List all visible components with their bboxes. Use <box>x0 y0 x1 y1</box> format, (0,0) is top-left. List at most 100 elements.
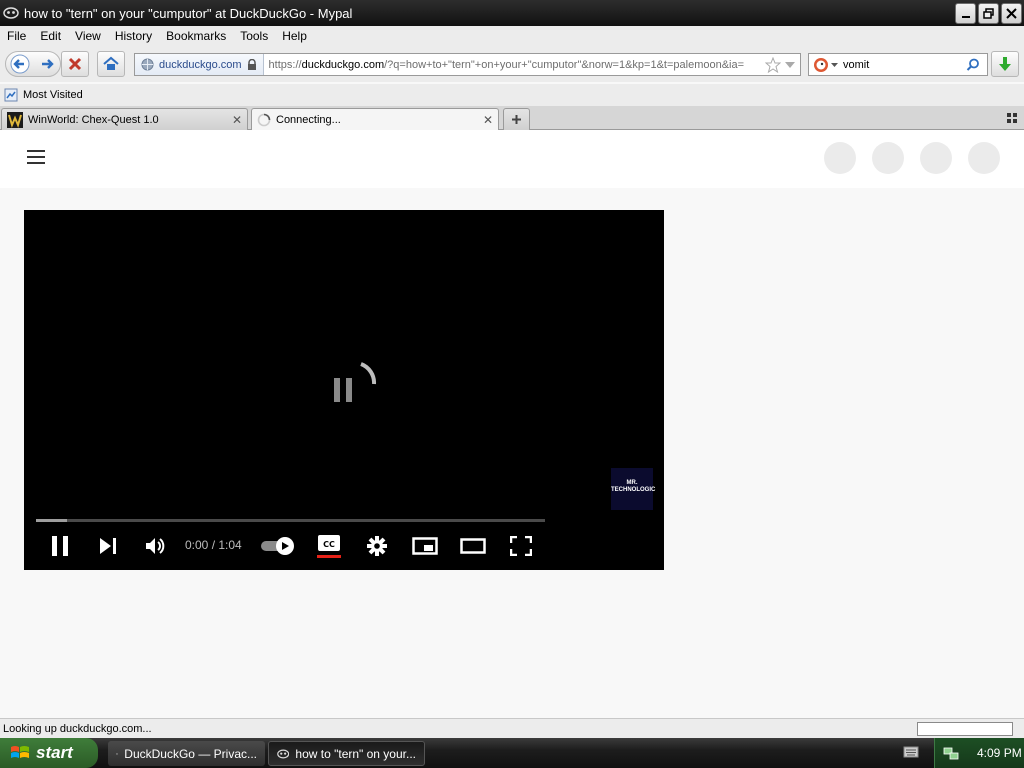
home-button[interactable] <box>97 51 125 77</box>
identity-domain: duckduckgo.com <box>159 58 242 71</box>
video-buffered-fill <box>36 519 67 522</box>
menu-bar: File Edit View History Bookmarks Tools H… <box>0 26 1024 46</box>
close-window-button[interactable] <box>1001 3 1022 24</box>
window-controls <box>955 3 1022 24</box>
autoplay-toggle[interactable] <box>260 532 296 560</box>
autoplay-toggle-icon <box>261 537 294 555</box>
start-button[interactable]: start <box>0 738 98 768</box>
skip-next-icon <box>100 538 116 554</box>
theater-mode-button[interactable] <box>457 532 489 560</box>
back-forward-group <box>5 51 61 77</box>
back-arrow-icon <box>10 54 29 74</box>
bookmark-star-icon[interactable] <box>765 56 781 73</box>
search-engine-selector[interactable] <box>809 57 839 73</box>
site-identity-button[interactable]: duckduckgo.com <box>135 54 264 75</box>
mypal-app-icon <box>3 7 19 19</box>
taskbar-item-current-window[interactable]: how to "tern" on your... <box>268 741 425 766</box>
tab-close-icon[interactable]: ✕ <box>483 113 493 127</box>
mypal-app-icon <box>116 752 119 755</box>
search-input[interactable]: vomit <box>839 59 966 71</box>
taskbar: start DuckDuckGo — Privac... how to "ter… <box>0 738 1024 768</box>
volume-icon <box>146 538 165 554</box>
window-titlebar: how to "tern" on your "cumputor" at Duck… <box>0 0 1024 26</box>
tab-strip: WinWorld: Chex-Quest 1.0 ✕ Connecting...… <box>0 106 1024 131</box>
watermark-line: MR. <box>626 480 638 486</box>
taskbar-item-duckduckgo[interactable]: DuckDuckGo — Privac... <box>108 741 265 766</box>
watermark-line: TECHNOLOGIC <box>611 487 656 493</box>
download-button[interactable] <box>991 51 1019 77</box>
url-bar[interactable]: duckduckgo.com https://duckduckgo.com/?q… <box>134 53 801 76</box>
taskbar-item-title: how to "tern" on your... <box>295 746 416 761</box>
hamburger-menu-icon[interactable] <box>27 150 45 164</box>
fullscreen-icon <box>510 536 532 556</box>
stop-button[interactable] <box>61 51 89 77</box>
search-bar[interactable]: vomit <box>808 53 988 76</box>
theater-mode-icon <box>460 538 486 554</box>
header-placeholder-circle <box>968 142 1000 174</box>
header-placeholder-circle <box>920 142 952 174</box>
tab-list-button[interactable] <box>1007 112 1017 126</box>
window-title: how to "tern" on your "cumputor" at Duck… <box>24 5 353 21</box>
system-tray: 4:09 PM <box>934 738 1024 768</box>
pause-button[interactable] <box>44 532 76 560</box>
grid-icon <box>1007 113 1017 123</box>
home-icon <box>103 56 119 70</box>
status-text: Looking up duckduckgo.com... <box>3 723 152 735</box>
clock[interactable]: 4:09 PM <box>977 746 1022 760</box>
page-content: MR. TECHNOLOGIC 0:00 / 1:04 CC <box>0 130 1024 718</box>
video-progress-bar[interactable] <box>36 519 545 522</box>
loading-spinner-icon <box>257 113 271 127</box>
new-tab-button[interactable] <box>503 108 530 130</box>
back-button[interactable] <box>6 54 33 74</box>
url-path: /?q=how+to+"tern"+on+your+"cumputor"&nor… <box>384 58 745 71</box>
menu-view[interactable]: View <box>68 26 108 46</box>
channel-watermark[interactable]: MR. TECHNOLOGIC <box>611 468 656 510</box>
menu-history[interactable]: History <box>108 26 159 46</box>
forward-button[interactable] <box>33 56 60 72</box>
menu-tools[interactable]: Tools <box>233 26 275 46</box>
menu-file[interactable]: File <box>0 26 33 46</box>
start-label: start <box>36 743 73 762</box>
most-visited-bookmark[interactable]: Most Visited <box>23 89 83 101</box>
tab-title: WinWorld: Chex-Quest 1.0 <box>28 113 159 126</box>
minimize-button[interactable] <box>955 3 976 24</box>
download-arrow-icon <box>999 57 1011 71</box>
globe-icon <box>141 58 154 71</box>
captions-button[interactable]: CC <box>313 532 345 560</box>
minimize-icon <box>961 15 970 18</box>
fullscreen-button[interactable] <box>505 532 537 560</box>
menu-help[interactable]: Help <box>275 26 314 46</box>
next-video-button[interactable] <box>92 532 124 560</box>
url-dropdown-icon[interactable] <box>784 59 796 71</box>
video-time-display: 0:00 / 1:04 <box>185 538 242 552</box>
menu-edit[interactable]: Edit <box>33 26 68 46</box>
header-placeholder-circle <box>872 142 904 174</box>
windows-logo-icon <box>11 746 29 758</box>
mute-button[interactable] <box>139 532 171 560</box>
winworld-favicon <box>7 111 23 128</box>
tab-close-icon[interactable]: ✕ <box>232 113 242 127</box>
most-visited-icon <box>4 88 18 102</box>
tab-winworld[interactable]: WinWorld: Chex-Quest 1.0 ✕ <box>1 108 248 130</box>
network-icon[interactable] <box>943 745 959 761</box>
close-icon <box>1006 8 1017 19</box>
page-header <box>0 130 1024 188</box>
miniplayer-button[interactable] <box>409 532 441 560</box>
status-bar: Looking up duckduckgo.com... <box>0 718 1024 738</box>
keyboard-tray-icon[interactable] <box>903 746 919 761</box>
settings-button[interactable] <box>361 532 393 560</box>
svg-text:CC: CC <box>323 540 335 549</box>
buffering-spinner-icon <box>334 362 377 402</box>
restore-button[interactable] <box>978 3 999 24</box>
video-player[interactable]: MR. TECHNOLOGIC 0:00 / 1:04 CC <box>24 210 664 570</box>
url-text[interactable]: https://duckduckgo.com/?q=how+to+"tern"+… <box>264 59 765 71</box>
url-actions <box>765 56 800 73</box>
tab-connecting[interactable]: Connecting... ✕ <box>251 108 499 131</box>
search-icon[interactable] <box>966 58 980 72</box>
url-scheme: https:// <box>268 58 302 71</box>
restore-icon <box>983 8 994 19</box>
bookmarks-toolbar: Most Visited <box>0 84 1024 106</box>
menu-bookmarks[interactable]: Bookmarks <box>159 26 233 46</box>
plus-icon <box>512 115 521 124</box>
gear-icon <box>367 536 387 556</box>
